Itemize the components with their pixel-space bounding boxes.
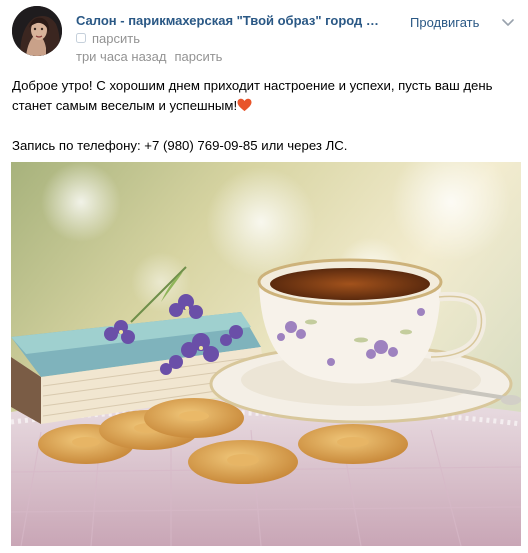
heart-emoji-icon: [237, 98, 252, 112]
post-photo[interactable]: [11, 162, 521, 546]
author-avatar[interactable]: [12, 6, 62, 56]
wall-post: Салон - парикмахерская "Твой образ" горо…: [0, 0, 528, 553]
post-tag-row: парсить: [76, 30, 140, 46]
post-time[interactable]: три часа назад: [76, 49, 166, 64]
post-text: Доброе утро! С хорошим днем приходит нас…: [12, 76, 512, 156]
chevron-down-icon[interactable]: [501, 16, 515, 28]
post-text-line2: Запись по телефону: +7 (980) 769-09-85 и…: [12, 138, 348, 153]
time-action[interactable]: парсить: [174, 49, 222, 64]
post-meta: три часа назад парсить: [76, 49, 222, 64]
post-text-line1: Доброе утро! С хорошим днем приходит нас…: [12, 78, 493, 113]
ad-icon: [76, 33, 86, 43]
photo-image: [11, 162, 521, 546]
promote-button[interactable]: Продвигать: [410, 15, 479, 30]
author-name[interactable]: Салон - парикмахерская "Твой образ" горо…: [76, 13, 379, 28]
post-tag[interactable]: парсить: [92, 31, 140, 46]
avatar-image: [12, 6, 62, 56]
